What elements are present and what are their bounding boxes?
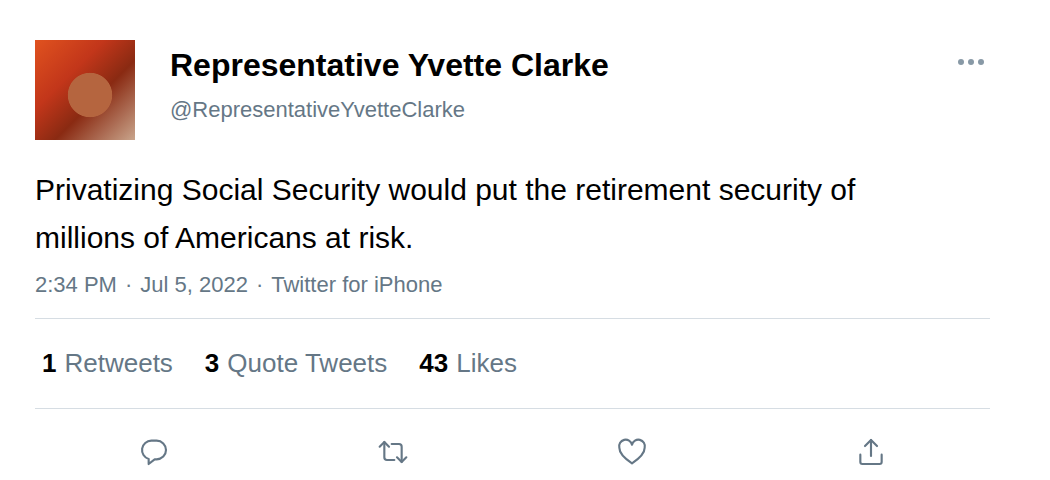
heart-icon: [616, 436, 648, 468]
stat-count: 1: [42, 348, 56, 379]
stat-count: 43: [419, 348, 448, 379]
share-icon: [855, 436, 887, 468]
tweet-text: Privatizing Social Security would put th…: [35, 166, 895, 262]
stat-item[interactable]: 43 Likes: [419, 348, 517, 379]
stat-label: Retweets: [64, 348, 172, 379]
meta-item[interactable]: Twitter for iPhone: [271, 270, 442, 300]
tweet-meta: 2:34 PM · Jul 5, 2022 · Twitter for iPhone: [35, 270, 990, 300]
author-name[interactable]: Representative Yvette Clarke: [170, 46, 922, 84]
reply-button[interactable]: [134, 435, 174, 469]
stat-item[interactable]: 3 Quote Tweets: [205, 348, 387, 379]
author-identity: Representative Yvette Clarke @Representat…: [170, 40, 922, 124]
author-handle[interactable]: @RepresentativeYvetteClarke: [170, 96, 922, 124]
meta-separator: ·: [125, 270, 132, 300]
meta-item[interactable]: 2:34 PM: [35, 270, 117, 300]
stat-label: Quote Tweets: [227, 348, 387, 379]
divider: [35, 408, 990, 409]
meta-separator: ·: [256, 270, 263, 300]
like-button[interactable]: [612, 435, 652, 469]
more-button[interactable]: [957, 40, 990, 70]
tweet-header: Representative Yvette Clarke @Representat…: [35, 40, 990, 140]
more-dots-icon: [957, 58, 985, 66]
divider: [35, 318, 990, 319]
action-bar: [35, 435, 990, 469]
share-button[interactable]: [851, 435, 891, 469]
stat-count: 3: [205, 348, 219, 379]
retweet-button[interactable]: [373, 435, 413, 469]
tweet-page: Representative Yvette Clarke @Representat…: [0, 0, 1050, 480]
tweet-stats: 1 Retweets 3 Quote Tweets 43 Likes: [35, 319, 990, 408]
stat-item[interactable]: 1 Retweets: [42, 348, 173, 379]
stat-label: Likes: [456, 348, 517, 379]
reply-icon: [138, 436, 170, 468]
retweet-icon: [377, 436, 409, 468]
avatar-photo[interactable]: [35, 40, 135, 140]
meta-item[interactable]: Jul 5, 2022: [140, 270, 248, 300]
